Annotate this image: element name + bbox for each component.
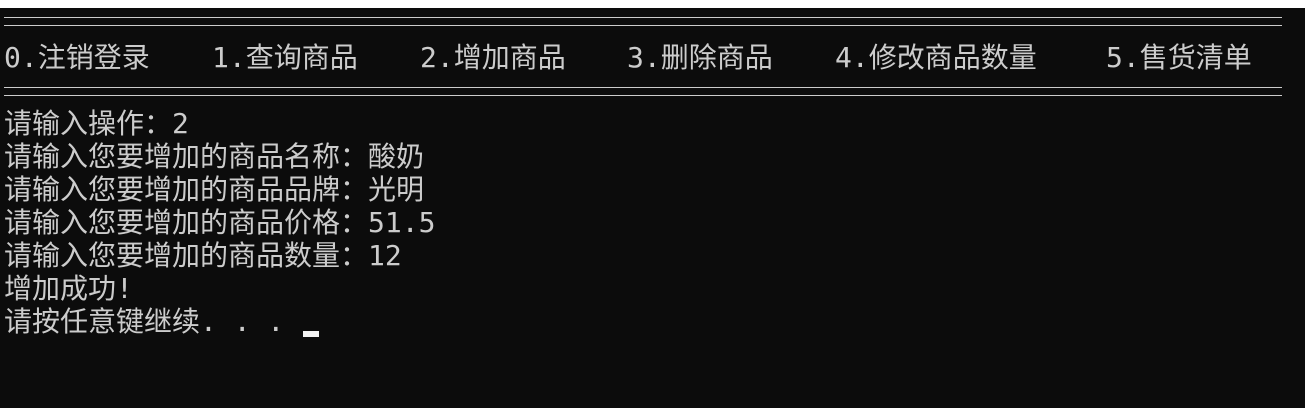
output-line-quantity: 请输入您要增加的商品数量：12 <box>4 239 402 272</box>
output-line-brand: 请输入您要增加的商品品牌：光明 <box>4 173 425 206</box>
output-line-press-key[interactable]: 请按任意键继续. . . <box>4 305 1294 338</box>
separator-line-top <box>4 17 1282 26</box>
menu-item-delete-goods: 3.删除商品 <box>627 41 773 74</box>
menu-bar: 0.注销登录 1.查询商品 2.增加商品 3.删除商品 4.修改商品数量 5.售… <box>4 40 1294 76</box>
output-line-name: 请输入您要增加的商品名称：酸奶 <box>4 140 425 173</box>
menu-item-modify-quantity: 4.修改商品数量 <box>835 41 1037 74</box>
menu-item-query-goods: 1.查询商品 <box>212 41 358 74</box>
separator-line-bottom <box>4 87 1282 96</box>
output-line-price: 请输入您要增加的商品价格：51.5 <box>4 206 436 239</box>
menu-item-add-goods: 2.增加商品 <box>420 41 566 74</box>
output-line-operation: 请输入操作：2 <box>4 107 189 140</box>
menu-item-logout: 0.注销登录 <box>4 41 150 74</box>
menu-item-sales-list: 5.售货清单 <box>1106 41 1252 74</box>
console-window[interactable]: 0.注销登录 1.查询商品 2.增加商品 3.删除商品 4.修改商品数量 5.售… <box>0 8 1305 408</box>
press-key-prompt: 请按任意键继续. . . <box>4 305 302 338</box>
console-output: 请输入操作：2 请输入您要增加的商品名称：酸奶 请输入您要增加的商品品牌：光明 … <box>4 107 1294 338</box>
output-line-success: 增加成功! <box>4 272 133 305</box>
text-cursor <box>303 331 320 337</box>
